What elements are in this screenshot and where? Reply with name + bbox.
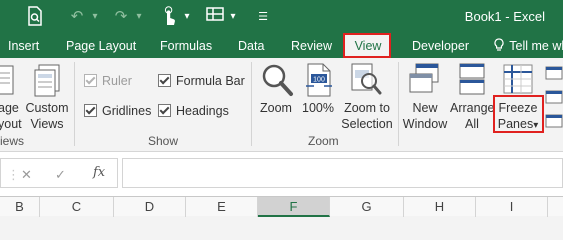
zoom-to-selection-label-2: Selection bbox=[341, 117, 393, 131]
custom-views-label-2: Views bbox=[30, 117, 64, 131]
tab-developer[interactable]: Developer bbox=[412, 34, 469, 58]
workbook-views-group-label: iews bbox=[0, 134, 25, 148]
zoom-label: Zoom bbox=[260, 101, 292, 115]
tab-formulas[interactable]: Formulas bbox=[160, 34, 212, 58]
custom-views-label-1: Custom bbox=[25, 101, 69, 115]
zoom-magnifier-icon bbox=[260, 62, 294, 103]
touch-dropdown-icon[interactable]: ▾ bbox=[176, 6, 198, 28]
freeze-panes-icon bbox=[503, 64, 533, 99]
undo-dropdown-icon[interactable]: ▾ bbox=[84, 6, 106, 28]
new-window-label-2: Window bbox=[402, 117, 448, 131]
tab-insert[interactable]: Insert bbox=[8, 34, 39, 58]
page-layout-icon bbox=[0, 64, 16, 103]
column-header-g[interactable]: G bbox=[330, 197, 404, 217]
tell-me-search[interactable]: Tell me wh bbox=[494, 34, 563, 58]
split-icon[interactable] bbox=[545, 66, 563, 85]
column-header-b[interactable]: B bbox=[0, 197, 40, 217]
gridlines-label: Gridlines bbox=[102, 104, 152, 118]
unhide-window-icon[interactable] bbox=[545, 114, 563, 133]
page-layout-button[interactable]: age yout bbox=[0, 100, 22, 132]
customize-qat-icon[interactable]: ☰ bbox=[252, 6, 274, 28]
new-window-button[interactable]: New Window bbox=[400, 100, 450, 132]
column-header-c[interactable]: C bbox=[40, 197, 114, 217]
column-header-f[interactable]: F bbox=[258, 197, 330, 217]
zoom-100-button[interactable]: 100% bbox=[300, 100, 336, 116]
column-header-h[interactable]: H bbox=[404, 197, 476, 217]
column-headers: B C D E F G H I bbox=[0, 196, 563, 217]
zoom-button[interactable]: Zoom bbox=[256, 100, 296, 116]
column-header-d[interactable]: D bbox=[114, 197, 186, 217]
ribbon-tabs: Insert Page Layout Formulas Data Review … bbox=[0, 34, 563, 58]
new-window-label-1: New bbox=[412, 101, 438, 115]
group-divider bbox=[398, 62, 399, 146]
layout-dropdown-icon[interactable]: ▾ bbox=[222, 6, 244, 28]
tab-data[interactable]: Data bbox=[238, 34, 264, 58]
arrange-all-button[interactable]: Arrange All bbox=[450, 100, 494, 132]
page-layout-label-1: age bbox=[0, 101, 19, 115]
zoom-to-selection-button[interactable]: Zoom to Selection bbox=[338, 100, 396, 132]
column-header-e[interactable]: E bbox=[186, 197, 258, 217]
ribbon-view: age yout Custom Views iews Ruler Gridlin… bbox=[0, 58, 563, 152]
formula-bar: ⋮ ✕ ✓ fx bbox=[0, 152, 563, 196]
insert-function-icon[interactable]: fx bbox=[93, 165, 105, 180]
page-layout-label-2: yout bbox=[0, 117, 22, 131]
arrange-all-label-2: All bbox=[465, 117, 479, 131]
zoom-100-label: 100% bbox=[302, 101, 334, 115]
title-bar: ↶ ▾ ↷ ▾ ▾ ▾ ☰ Book1 - Excel bbox=[0, 0, 563, 34]
formula-input[interactable] bbox=[122, 158, 563, 188]
custom-views-icon bbox=[33, 62, 63, 103]
file-preview-icon[interactable] bbox=[24, 6, 46, 28]
enter-icon[interactable]: ✓ bbox=[55, 167, 66, 183]
ruler-label: Ruler bbox=[102, 74, 132, 88]
zoom-100-icon-text: 100 bbox=[313, 77, 325, 84]
group-divider bbox=[74, 62, 75, 146]
view-tab-highlight bbox=[343, 33, 391, 58]
window-title: Book1 - Excel bbox=[464, 9, 545, 24]
cancel-icon[interactable]: ✕ bbox=[21, 167, 32, 183]
freeze-panes-highlight bbox=[493, 95, 544, 133]
column-header-i[interactable]: I bbox=[476, 197, 548, 217]
formula-bar-label: Formula Bar bbox=[176, 74, 245, 88]
tab-review[interactable]: Review bbox=[291, 34, 332, 58]
new-window-icon bbox=[408, 62, 440, 103]
headings-checkbox[interactable] bbox=[158, 104, 171, 117]
zoom-group-label: Zoom bbox=[308, 134, 339, 148]
zoom-to-selection-icon bbox=[350, 62, 382, 103]
ruler-checkbox[interactable] bbox=[84, 74, 97, 87]
arrange-all-label-1: Arrange bbox=[450, 101, 495, 115]
redo-dropdown-icon[interactable]: ▾ bbox=[128, 6, 150, 28]
headings-label: Headings bbox=[176, 104, 229, 118]
zoom-to-selection-label-1: Zoom to bbox=[344, 101, 390, 115]
formula-bar-buttons: ⋮ ✕ ✓ fx bbox=[0, 158, 118, 188]
tell-me-text: Tell me wh bbox=[509, 39, 563, 53]
tab-page-layout[interactable]: Page Layout bbox=[66, 34, 136, 58]
formula-bar-checkbox[interactable] bbox=[158, 74, 171, 87]
zoom-100-icon: 100 bbox=[305, 62, 333, 103]
show-group-label: Show bbox=[148, 134, 179, 148]
hide-window-icon[interactable] bbox=[545, 90, 563, 109]
lightbulb-icon bbox=[494, 34, 506, 58]
arrange-all-icon bbox=[458, 62, 486, 103]
custom-views-button[interactable]: Custom Views bbox=[24, 100, 70, 132]
formula-bar-grip-icon: ⋮ bbox=[7, 167, 20, 182]
gridlines-checkbox[interactable] bbox=[84, 104, 97, 117]
group-divider bbox=[251, 62, 252, 146]
